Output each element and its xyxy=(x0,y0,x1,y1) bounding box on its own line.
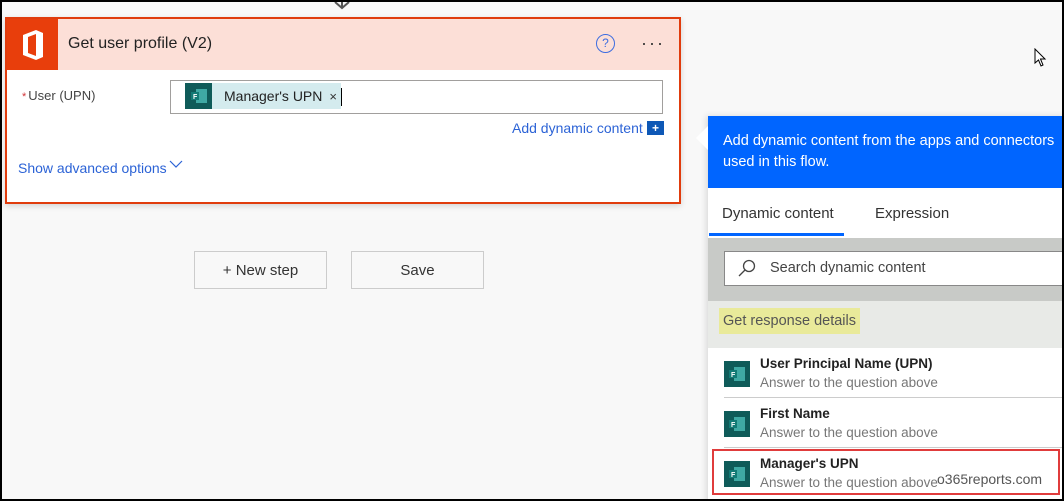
action-card-title: Get user profile (V2) xyxy=(68,35,213,52)
tab-dynamic-content[interactable]: Dynamic content xyxy=(722,205,834,222)
action-card-get-user-profile: Get user profile (V2) ? ··· * User (UPN) … xyxy=(5,17,681,204)
panel-tabs: Dynamic content Expression xyxy=(708,188,1062,238)
svg-text:F: F xyxy=(731,422,736,429)
required-marker: * xyxy=(22,91,27,103)
mouse-cursor-icon xyxy=(1034,48,1047,67)
remove-token-icon[interactable]: × xyxy=(329,89,337,104)
group-header: Get response details xyxy=(708,301,1062,348)
panel-pointer xyxy=(696,126,708,150)
search-area: Search dynamic content xyxy=(708,238,1062,301)
active-tab-indicator xyxy=(709,233,844,236)
watermark: o365reports.com xyxy=(937,471,1043,487)
item-subtitle: Answer to the question above xyxy=(760,425,938,440)
dynamic-item-first-name[interactable]: F First Name Answer to the question abov… xyxy=(708,398,1062,448)
token-label: Manager's UPN xyxy=(224,88,323,104)
user-upn-input[interactable]: F Manager's UPN × xyxy=(170,80,663,114)
microsoft-forms-icon: F xyxy=(724,411,750,437)
search-icon xyxy=(738,259,756,277)
panel-header-text: Add dynamic content from the apps and co… xyxy=(708,116,1062,188)
add-dynamic-content-link[interactable]: Add dynamic content xyxy=(512,120,643,136)
connector-arrow-icon xyxy=(334,2,350,10)
help-icon[interactable]: ? xyxy=(596,34,615,53)
search-dynamic-content-input[interactable]: Search dynamic content xyxy=(724,251,1062,286)
tab-expression[interactable]: Expression xyxy=(875,205,949,222)
item-subtitle: Answer to the question above xyxy=(760,375,938,390)
chevron-down-icon[interactable] xyxy=(169,157,183,172)
item-title: User Principal Name (UPN) xyxy=(760,356,933,371)
item-title: First Name xyxy=(760,406,830,421)
svg-text:F: F xyxy=(193,94,198,101)
text-caret xyxy=(341,88,342,106)
dynamic-item-upn[interactable]: F User Principal Name (UPN) Answer to th… xyxy=(708,348,1062,398)
flow-canvas: Get user profile (V2) ? ··· * User (UPN) … xyxy=(2,2,1062,499)
show-advanced-options-link[interactable]: Show advanced options xyxy=(18,160,167,176)
microsoft-forms-icon: F xyxy=(724,361,750,387)
svg-text:F: F xyxy=(731,372,736,379)
search-placeholder: Search dynamic content xyxy=(770,260,926,276)
office-365-logo-icon xyxy=(7,19,58,70)
save-button[interactable]: Save xyxy=(351,251,484,289)
dynamic-content-panel: Add dynamic content from the apps and co… xyxy=(696,116,1062,499)
action-card-header[interactable]: Get user profile (V2) ? ··· xyxy=(7,19,679,70)
add-dynamic-content-button[interactable]: + xyxy=(647,121,664,135)
user-upn-label: * User (UPN) xyxy=(22,88,95,103)
microsoft-forms-icon: F xyxy=(185,83,212,109)
dynamic-token[interactable]: F Manager's UPN × xyxy=(185,83,341,109)
group-label-get-response-details: Get response details xyxy=(719,308,860,334)
new-step-button[interactable]: + New step xyxy=(194,251,327,289)
field-label-text: User (UPN) xyxy=(28,88,96,103)
more-options-icon[interactable]: ··· xyxy=(641,33,665,54)
